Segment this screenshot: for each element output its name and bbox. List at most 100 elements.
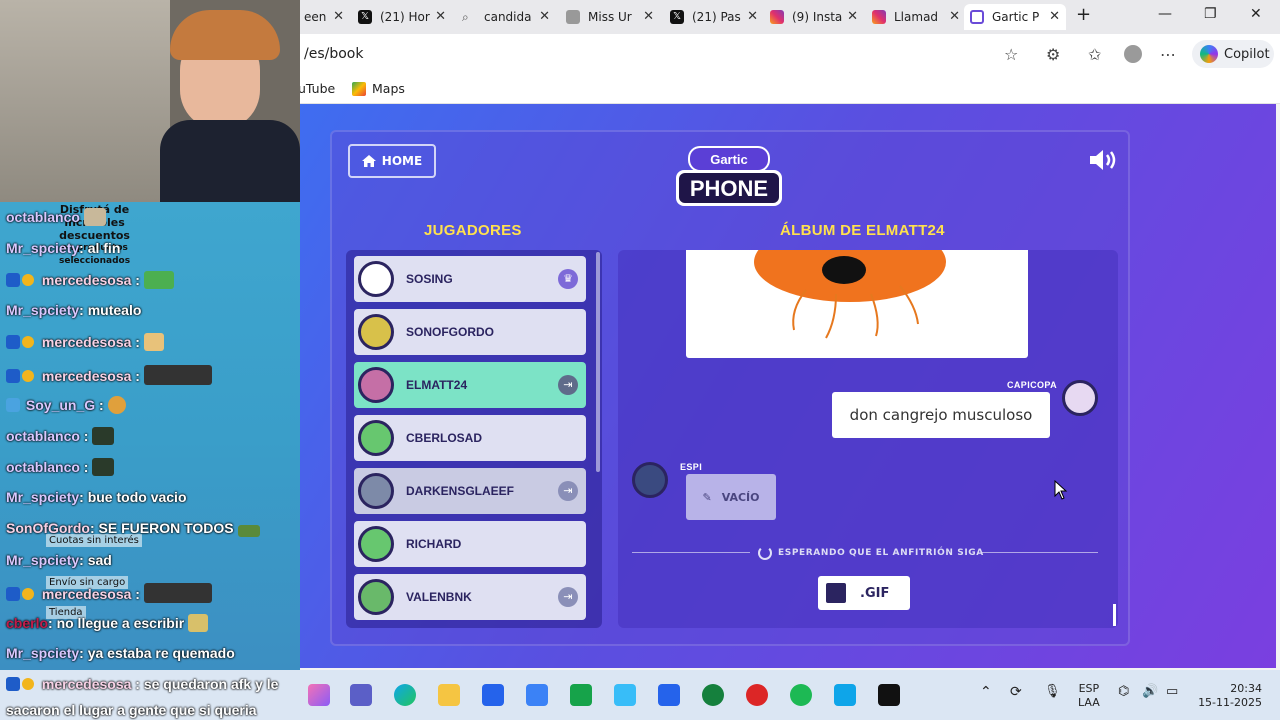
svg-text:Gartic: Gartic: [710, 152, 748, 167]
battery-icon[interactable]: ▭: [1166, 684, 1178, 699]
mail-icon[interactable]: [526, 684, 548, 706]
player-avatar: [358, 261, 394, 297]
close-tab-icon[interactable]: ✕: [847, 9, 858, 24]
coin-icon: [22, 588, 34, 600]
home-icon: [361, 155, 376, 167]
chat-message: mercedesosa :: [6, 333, 164, 351]
player-row[interactable]: SONOFGORDO: [354, 309, 586, 355]
spotify-icon[interactable]: [790, 684, 812, 706]
emote-icon: [83, 208, 106, 226]
chat-message: SonOfGordo: SE FUERON TODOS: [6, 520, 260, 537]
player-row[interactable]: VALENBNK ⇥: [354, 574, 586, 620]
streamer-body: [160, 120, 300, 202]
tab[interactable]: (9) Insta ✕: [764, 4, 864, 30]
favorite-star-icon[interactable]: ☆: [1004, 45, 1018, 64]
close-tab-icon[interactable]: ✕: [747, 9, 758, 24]
exit-icon: ⇥: [558, 587, 578, 607]
tab[interactable]: een ✕: [298, 4, 350, 30]
sync-icon[interactable]: ⟳: [1010, 684, 1022, 700]
emote-icon: [143, 333, 164, 351]
x-logo-icon: 𝕏: [670, 10, 684, 24]
xbox-icon[interactable]: [702, 684, 724, 706]
file-explorer-icon[interactable]: [438, 684, 460, 706]
close-tab-icon[interactable]: ✕: [1049, 9, 1060, 24]
favorite-maps[interactable]: Maps: [352, 81, 405, 96]
close-tab-icon[interactable]: ✕: [435, 9, 446, 24]
player-avatar: [358, 314, 394, 350]
chevron-up-icon[interactable]: ⌃: [980, 684, 992, 700]
player-row[interactable]: DARKENSGLAEEF ⇥: [354, 468, 586, 514]
badge-icon: [6, 369, 20, 383]
coin-icon: [22, 678, 34, 690]
tab[interactable]: ⌕ candida ✕: [456, 4, 556, 30]
app-icon[interactable]: [308, 684, 330, 706]
tab[interactable]: Llamad ✕: [866, 4, 966, 30]
close-tab-icon[interactable]: ✕: [643, 9, 654, 24]
emote-icon: [92, 458, 115, 476]
chat-message: octablanco: [6, 208, 106, 226]
gartic-icon: [970, 10, 984, 24]
tab[interactable]: Miss Ur ✕: [560, 4, 660, 30]
app-icon[interactable]: [614, 684, 636, 706]
teams-icon[interactable]: [350, 684, 372, 706]
edge-icon[interactable]: [394, 684, 416, 706]
player-avatar: [358, 579, 394, 615]
x-logo-icon: 𝕏: [358, 10, 372, 24]
download-gif-button[interactable]: .GIF: [818, 576, 910, 610]
svg-text:PHONE: PHONE: [690, 176, 768, 201]
clock[interactable]: 20:34 15-11-2025: [1196, 682, 1262, 710]
sound-icon[interactable]: [1088, 148, 1118, 172]
close-tab-icon[interactable]: ✕: [539, 9, 550, 24]
store-icon[interactable]: [482, 684, 504, 706]
album-title: ÁLBUM DE ELMATT24: [780, 222, 945, 239]
wifi-icon[interactable]: ⌬: [1118, 684, 1129, 699]
minimize-button[interactable]: —: [1158, 6, 1172, 22]
app-icon[interactable]: [878, 684, 900, 706]
copilot-button[interactable]: Copilot: [1192, 40, 1274, 68]
player-row[interactable]: CBERLOSAD: [354, 415, 586, 461]
tab[interactable]: 𝕏 (21) Pas ✕: [664, 4, 764, 30]
gartic-phone-logo: Gartic PHONE: [676, 146, 782, 206]
favorite-youtube[interactable]: uTube: [298, 81, 335, 96]
emote-icon: [143, 365, 212, 385]
streamer-hair: [170, 10, 280, 60]
tab[interactable]: 𝕏 (21) Hor ✕: [352, 4, 452, 30]
excel-icon[interactable]: [570, 684, 592, 706]
player-row[interactable]: SOSING ♛: [354, 256, 586, 302]
volume-icon[interactable]: 🔊: [1142, 684, 1158, 699]
powerpoint-icon[interactable]: [746, 684, 768, 706]
mouse-cursor: [1054, 480, 1068, 500]
copilot-icon: [1200, 45, 1218, 63]
close-tab-icon[interactable]: ✕: [949, 9, 960, 24]
emote-icon: [237, 525, 260, 537]
notepad-icon[interactable]: [834, 684, 856, 706]
instagram-icon: [872, 10, 886, 24]
microphone-icon[interactable]: 🎙: [1044, 684, 1061, 699]
profile-avatar[interactable]: [1124, 45, 1142, 63]
exit-icon: ⇥: [558, 481, 578, 501]
sentence-card: don cangrejo musculoso: [832, 392, 1050, 438]
tab-active[interactable]: Gartic P ✕: [964, 4, 1066, 30]
language-indicator[interactable]: ESP LAA: [1078, 682, 1100, 710]
new-tab-button[interactable]: +: [1076, 4, 1091, 25]
player-avatar: [358, 526, 394, 562]
close-window-button[interactable]: ✕: [1250, 6, 1262, 22]
gartic-game-area: HOME Gartic PHONE JUGADORES ÁLBUM DE ELM…: [300, 104, 1276, 668]
home-button[interactable]: HOME: [348, 144, 436, 178]
chat-message: Mr_spciety: bue todo vacio: [6, 489, 187, 505]
players-scrollbar[interactable]: [596, 252, 600, 472]
pencil-icon: ✎: [702, 490, 712, 504]
album-panel: CAPICOPA don cangrejo musculoso ESPI ✎ V…: [618, 250, 1118, 628]
favorites-icon[interactable]: ✩: [1088, 45, 1101, 64]
maximize-button[interactable]: ❐: [1204, 6, 1217, 22]
player-row-current[interactable]: ELMATT24 ⇥: [354, 362, 586, 408]
more-menu-icon[interactable]: ⋯: [1160, 45, 1176, 64]
url-field[interactable]: /es/book: [300, 40, 1030, 68]
search-icon: ⌕: [462, 10, 469, 24]
word-icon[interactable]: [658, 684, 680, 706]
close-tab-icon[interactable]: ✕: [333, 9, 344, 24]
player-row[interactable]: RICHARD: [354, 521, 586, 567]
extensions-icon[interactable]: ⚙: [1046, 45, 1060, 64]
album-scrollbar[interactable]: [1113, 604, 1116, 626]
chat-message: octablanco :: [6, 427, 115, 445]
